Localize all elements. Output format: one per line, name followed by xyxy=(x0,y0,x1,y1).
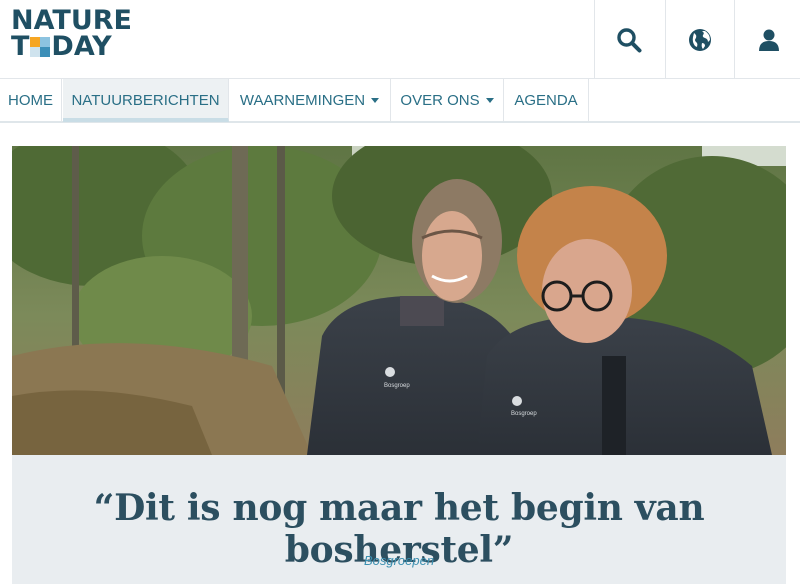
article-category[interactable]: Bosgroepen xyxy=(12,553,786,568)
main-nav: HOME NATUURBERICHTEN WAARNEMINGEN OVER O… xyxy=(0,79,800,123)
search-icon xyxy=(617,27,642,52)
hero-photo: Bosgroep Bosgroep xyxy=(12,146,786,455)
chevron-down-icon xyxy=(485,98,494,103)
site-logo[interactable]: NATURE T DAY xyxy=(11,7,151,64)
nav-item-label: HOME xyxy=(8,92,53,109)
article-header: “Dit is nog maar het begin van bosherste… xyxy=(12,455,786,584)
nav-item-label: NATUURBERICHTEN xyxy=(71,92,220,109)
nav-item-over-ons[interactable]: OVER ONS xyxy=(391,79,504,121)
nav-item-label: WAARNEMINGEN xyxy=(239,92,366,109)
account-button[interactable] xyxy=(734,0,800,79)
logo-letters-day: DAY xyxy=(51,31,112,62)
nav-item-natuurberichten[interactable]: NATUURBERICHTEN xyxy=(63,79,229,122)
logo-pixel-o xyxy=(30,37,51,57)
nav-item-label: OVER ONS xyxy=(400,92,480,109)
nav-item-label: AGENDA xyxy=(514,92,578,109)
language-button[interactable] xyxy=(665,0,734,79)
nav-item-agenda[interactable]: AGENDA xyxy=(504,79,589,121)
nav-item-home[interactable]: HOME xyxy=(0,79,62,121)
jacket-logo-right: Bosgroep xyxy=(511,411,537,417)
chevron-down-icon xyxy=(371,98,380,103)
logo-letter-t: T xyxy=(11,31,30,62)
jacket-logo-left: Bosgroep xyxy=(384,383,410,389)
forest-photo-illustration: Bosgroep Bosgroep xyxy=(12,146,786,455)
logo-text-line2: T DAY xyxy=(11,31,151,62)
search-button[interactable] xyxy=(594,0,663,79)
globe-icon xyxy=(689,28,711,51)
user-icon xyxy=(759,29,779,51)
nav-item-waarnemingen[interactable]: WAARNEMINGEN xyxy=(229,79,391,121)
site-header: NATURE T DAY xyxy=(0,0,800,79)
